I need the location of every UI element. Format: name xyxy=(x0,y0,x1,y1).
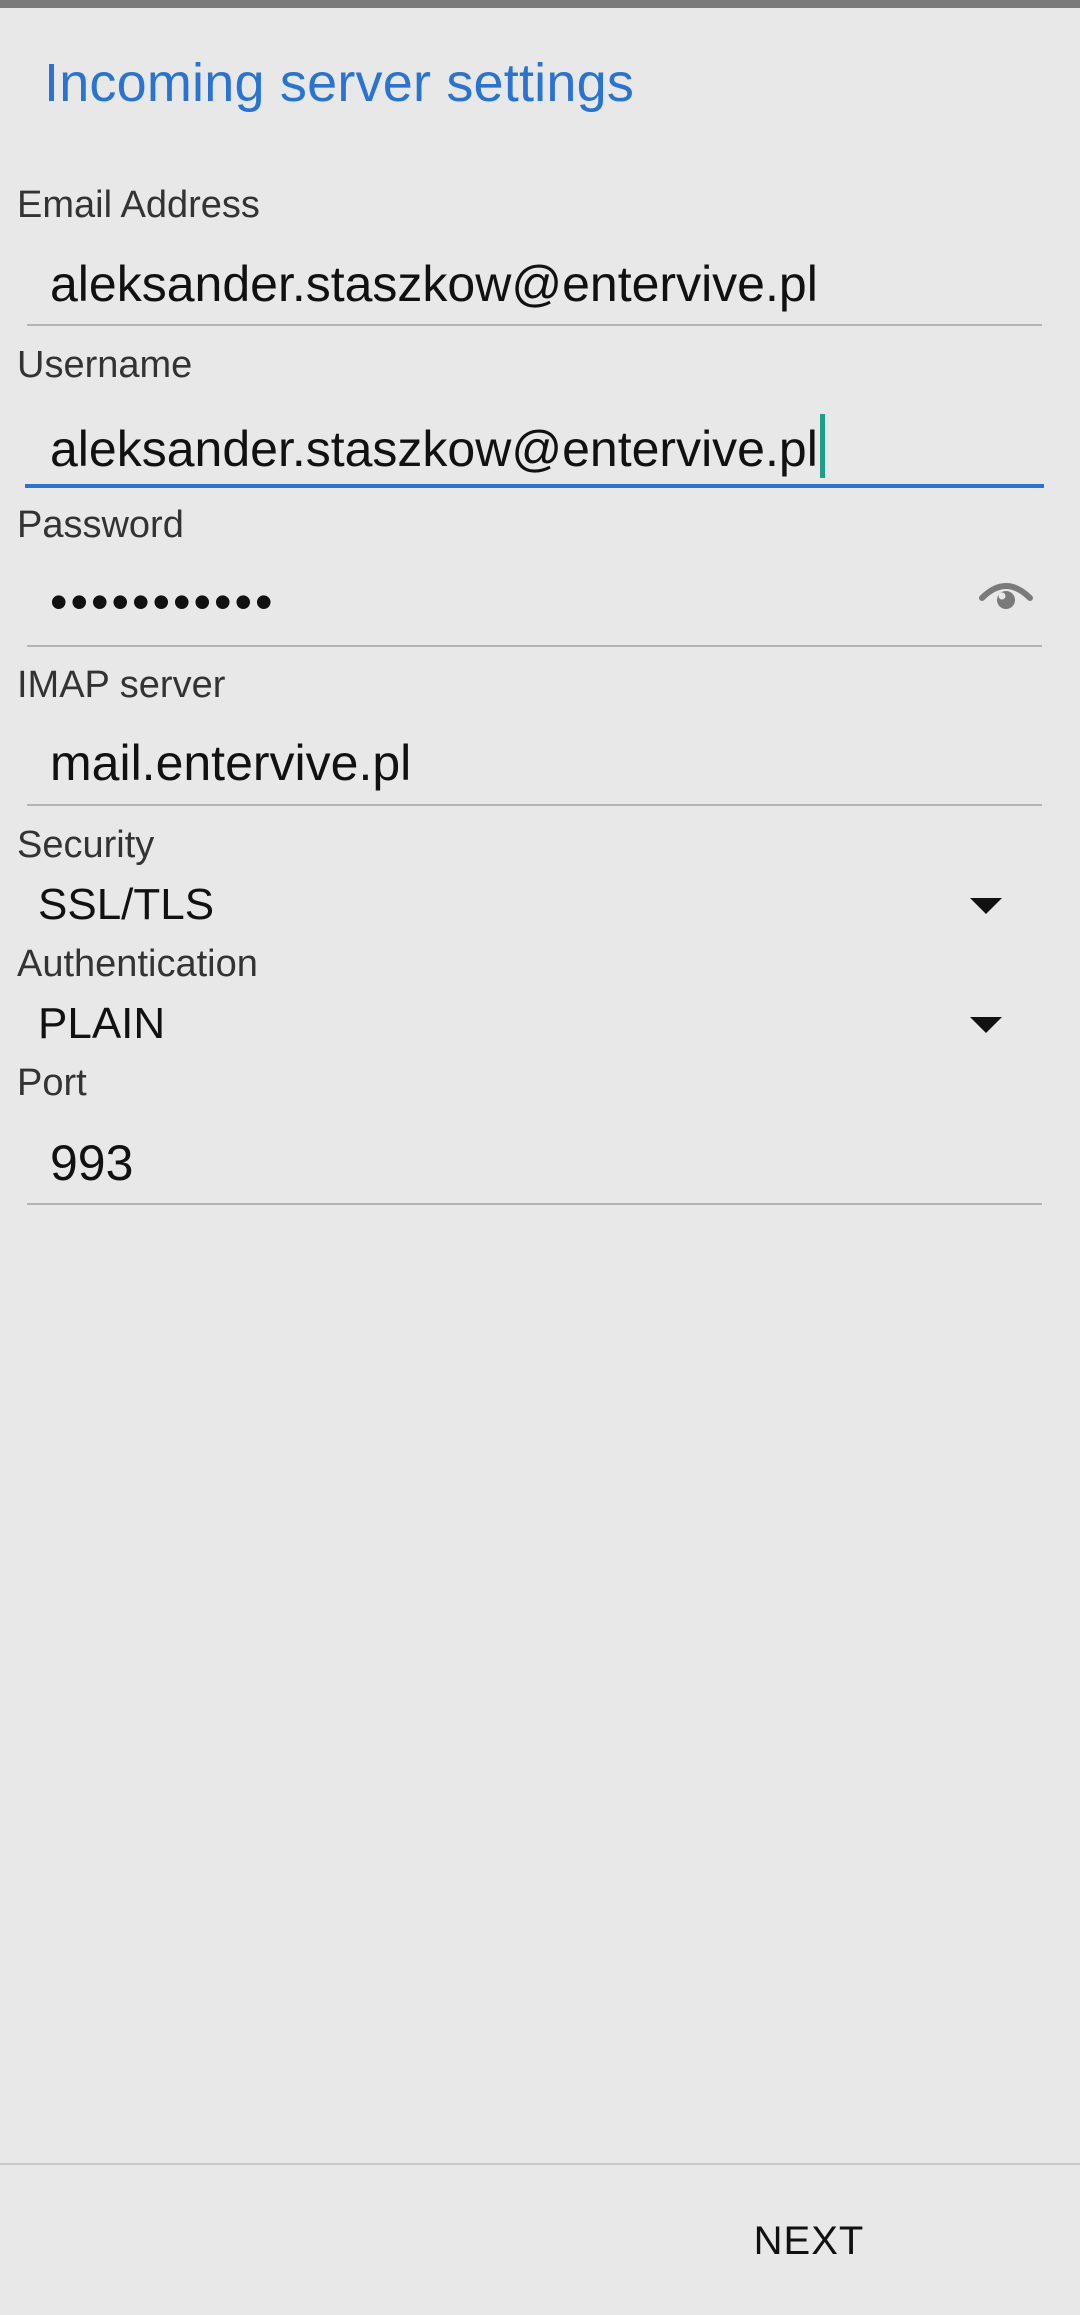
imap-server-label: IMAP server xyxy=(17,664,226,706)
authentication-label: Authentication xyxy=(17,943,258,985)
port-field[interactable]: 993 xyxy=(50,1134,133,1192)
authentication-select[interactable]: PLAIN xyxy=(38,999,165,1049)
password-field-underline xyxy=(27,645,1042,647)
footer-divider xyxy=(0,2163,1080,2165)
username-value: aleksander.staszkow@entervive.pl xyxy=(50,421,818,477)
security-dropdown-icon[interactable] xyxy=(970,898,1002,914)
email-label: Email Address xyxy=(17,184,260,226)
password-label: Password xyxy=(17,504,184,546)
imap-server-field-underline xyxy=(27,804,1042,806)
authentication-dropdown-icon[interactable] xyxy=(970,1017,1002,1033)
port-label: Port xyxy=(17,1062,87,1104)
eye-icon[interactable] xyxy=(978,576,1034,616)
imap-server-field[interactable]: mail.entervive.pl xyxy=(50,734,411,792)
username-field-underline xyxy=(25,484,1044,488)
security-select[interactable]: SSL/TLS xyxy=(38,880,214,930)
security-label: Security xyxy=(17,824,155,866)
port-field-underline xyxy=(27,1203,1042,1205)
email-field[interactable]: aleksander.staszkow@entervive.pl xyxy=(50,255,818,313)
username-field[interactable]: aleksander.staszkow@entervive.pl xyxy=(50,414,825,478)
email-field-underline xyxy=(27,324,1042,326)
password-field[interactable]: ••••••••••• xyxy=(50,573,276,631)
username-label: Username xyxy=(17,344,193,386)
text-caret xyxy=(819,414,825,478)
page-title: Incoming server settings xyxy=(44,53,635,113)
next-button[interactable]: NEXT xyxy=(734,2196,884,2286)
top-status-strip xyxy=(0,0,1080,8)
